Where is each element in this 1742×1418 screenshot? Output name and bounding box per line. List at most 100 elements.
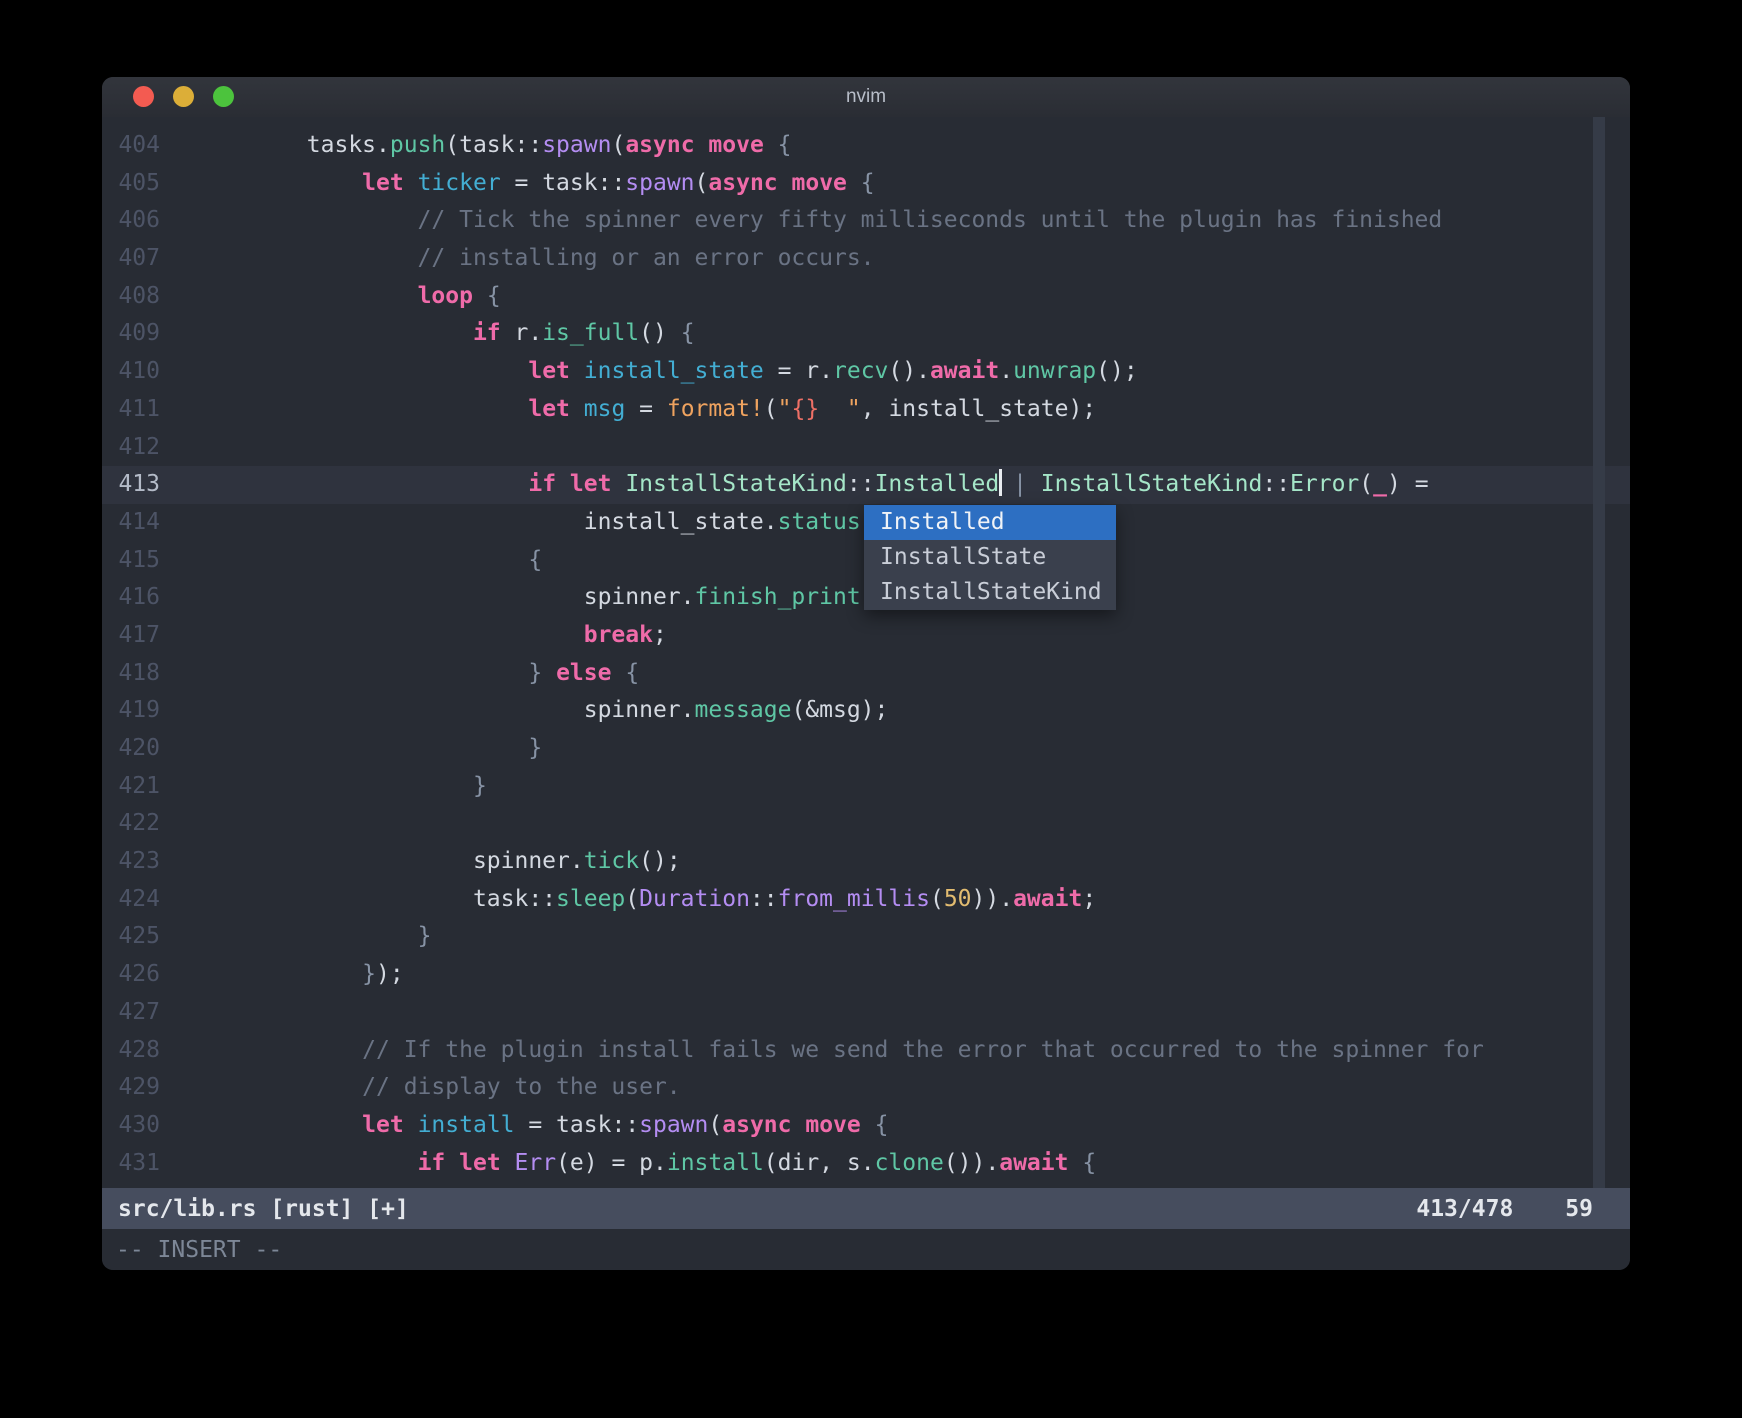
code-text: break;	[160, 617, 667, 655]
code-line[interactable]: 421 }	[102, 768, 1630, 806]
line-number: 411	[102, 391, 160, 429]
line-number: 407	[102, 240, 160, 278]
line-number: 410	[102, 353, 160, 391]
code-line[interactable]: 423 spinner.tick();	[102, 843, 1630, 881]
code-text: }	[160, 730, 542, 768]
code-text: let install = task::spawn(async move {	[160, 1107, 888, 1145]
code-line[interactable]: 431 if let Err(e) = p.install(dir, s.clo…	[102, 1145, 1630, 1183]
code-text: if let InstallStateKind::Installed | Ins…	[160, 466, 1429, 504]
line-number: 421	[102, 768, 160, 806]
line-number: 416	[102, 579, 160, 617]
line-number: 415	[102, 542, 160, 580]
line-number: 419	[102, 692, 160, 730]
code-line[interactable]: 427	[102, 994, 1630, 1032]
line-number: 427	[102, 994, 160, 1032]
code-text: let install_state = r.recv().await.unwra…	[160, 353, 1138, 391]
line-number: 422	[102, 805, 160, 843]
code-text: spinner.message(&msg);	[160, 692, 888, 730]
code-text: // Tick the spinner every fifty millisec…	[160, 202, 1442, 240]
line-number: 420	[102, 730, 160, 768]
code-text: install_state.status	[160, 504, 861, 542]
command-line: -- INSERT --	[102, 1229, 1630, 1270]
statusline: src/lib.rs [rust] [+] 413/478 59	[102, 1188, 1630, 1229]
code-line[interactable]: 405 let ticker = task::spawn(async move …	[102, 165, 1630, 203]
code-line[interactable]: 420 }	[102, 730, 1630, 768]
code-line[interactable]: 412	[102, 429, 1630, 467]
code-text: loop {	[160, 278, 501, 316]
line-number: 418	[102, 655, 160, 693]
code-text: if r.is_full() {	[160, 315, 695, 353]
code-line[interactable]: 425 }	[102, 918, 1630, 956]
line-number: 404	[102, 127, 160, 165]
code-text: {	[160, 542, 542, 580]
code-text: // If the plugin install fails we send t…	[160, 1032, 1484, 1070]
code-text	[160, 994, 196, 1032]
line-number: 408	[102, 278, 160, 316]
text-cursor	[999, 469, 1002, 496]
completion-item-selected[interactable]: Installed	[864, 505, 1116, 540]
code-line[interactable]: 422	[102, 805, 1630, 843]
code-text	[160, 805, 196, 843]
code-line[interactable]: 419 spinner.message(&msg);	[102, 692, 1630, 730]
statusline-position: 413/478	[1416, 1196, 1513, 1222]
code-line[interactable]: 426 });	[102, 956, 1630, 994]
completion-popup[interactable]: InstalledInstallStateInstallStateKind	[864, 505, 1116, 610]
code-line[interactable]: 428 // If the plugin install fails we se…	[102, 1032, 1630, 1070]
code-text: // display to the user.	[160, 1069, 681, 1107]
line-number: 429	[102, 1069, 160, 1107]
statusline-column: 59	[1565, 1196, 1630, 1222]
line-number: 426	[102, 956, 160, 994]
desktop: { "window": { "title": "nvim" }, "traffi…	[0, 0, 1742, 1418]
scrollbar-track[interactable]	[1593, 117, 1605, 1188]
code-line[interactable]: 407 // installing or an error occurs.	[102, 240, 1630, 278]
code-text: // installing or an error occurs.	[160, 240, 875, 278]
code-line[interactable]: 411 let msg = format!("{} ", install_sta…	[102, 391, 1630, 429]
line-number: 414	[102, 504, 160, 542]
line-number: 430	[102, 1107, 160, 1145]
code-text: let msg = format!("{} ", install_state);	[160, 391, 1096, 429]
code-line[interactable]: 429 // display to the user.	[102, 1069, 1630, 1107]
line-number: 413	[102, 466, 160, 504]
line-number: 428	[102, 1032, 160, 1070]
code-text: });	[160, 956, 404, 994]
code-text: let ticker = task::spawn(async move {	[160, 165, 875, 203]
window-titlebar[interactable]: nvim	[102, 77, 1630, 118]
line-number: 431	[102, 1145, 160, 1183]
code-line[interactable]: 408 loop {	[102, 278, 1630, 316]
code-line[interactable]: 410 let install_state = r.recv().await.u…	[102, 353, 1630, 391]
zoom-button[interactable]	[213, 86, 234, 107]
code-text: }	[160, 768, 487, 806]
code-text: if let Err(e) = p.install(dir, s.clone()…	[160, 1145, 1096, 1183]
code-text: tasks.push(task::spawn(async move {	[160, 127, 792, 165]
line-number: 406	[102, 202, 160, 240]
completion-item[interactable]: InstallStateKind	[864, 575, 1116, 610]
line-number: 405	[102, 165, 160, 203]
code-line[interactable]: 404 tasks.push(task::spawn(async move {	[102, 127, 1630, 165]
line-number: 412	[102, 429, 160, 467]
line-number: 409	[102, 315, 160, 353]
code-text: spinner.finish_print	[160, 579, 861, 617]
code-editor-area[interactable]: 404 tasks.push(task::spawn(async move {4…	[102, 117, 1630, 1188]
code-line[interactable]: 424 task::sleep(Duration::from_millis(50…	[102, 881, 1630, 919]
window-title: nvim	[846, 86, 886, 108]
line-number: 424	[102, 881, 160, 919]
line-number: 425	[102, 918, 160, 956]
code-text	[160, 429, 196, 467]
code-text: spinner.tick();	[160, 843, 681, 881]
mode-indicator: -- INSERT --	[102, 1237, 282, 1263]
code-line[interactable]: 409 if r.is_full() {	[102, 315, 1630, 353]
statusline-filename: src/lib.rs [rust] [+]	[102, 1196, 1416, 1222]
code-text: }	[160, 918, 431, 956]
code-line[interactable]: 417 break;	[102, 617, 1630, 655]
code-line-current[interactable]: 413 if let InstallStateKind::Installed |…	[102, 466, 1630, 504]
close-button[interactable]	[133, 86, 154, 107]
completion-item[interactable]: InstallState	[864, 540, 1116, 575]
code-text: } else {	[160, 655, 639, 693]
code-line[interactable]: 418 } else {	[102, 655, 1630, 693]
code-line[interactable]: 406 // Tick the spinner every fifty mill…	[102, 202, 1630, 240]
code-line[interactable]: 430 let install = task::spawn(async move…	[102, 1107, 1630, 1145]
nvim-terminal-window: nvim 404 tasks.push(task::spawn(async mo…	[102, 77, 1630, 1270]
minimize-button[interactable]	[173, 86, 194, 107]
line-number: 417	[102, 617, 160, 655]
line-number: 423	[102, 843, 160, 881]
